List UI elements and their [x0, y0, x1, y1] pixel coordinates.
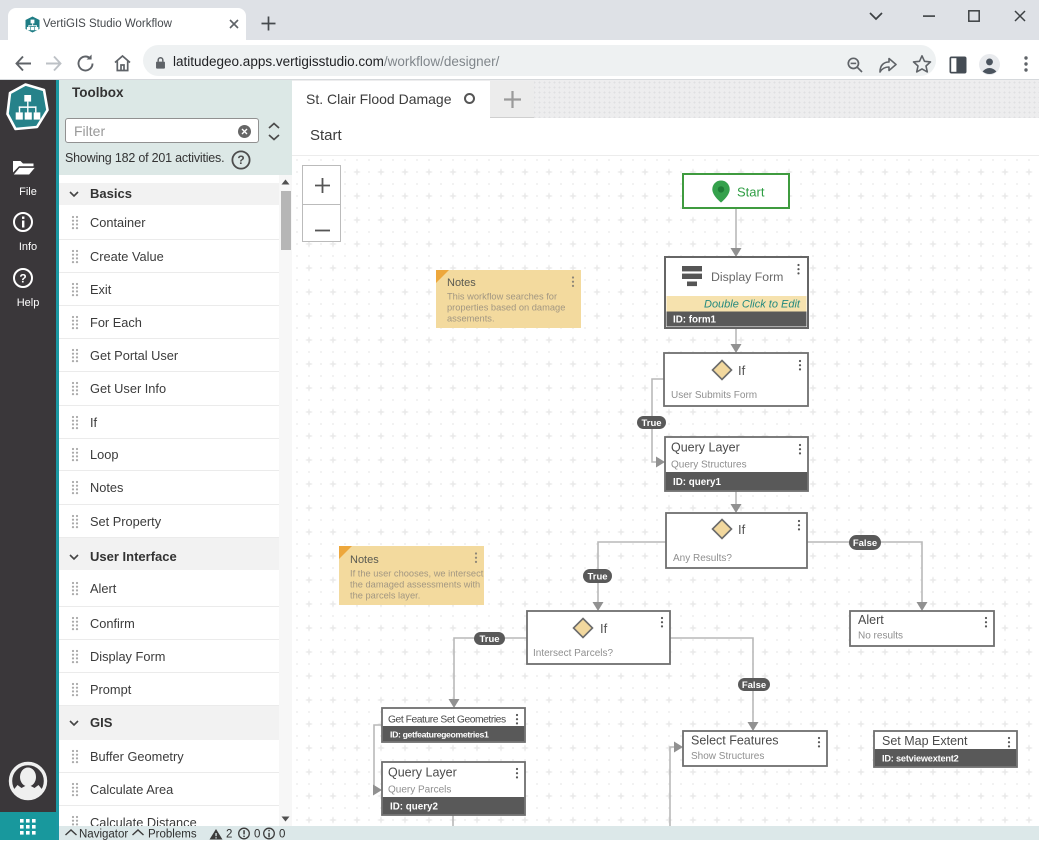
- svg-text:the damaged assessments with: the damaged assessments with: [350, 580, 480, 590]
- svg-text:Query Structures: Query Structures: [671, 460, 747, 471]
- svg-text:Set Map Extent: Set Map Extent: [882, 734, 968, 748]
- svg-text:Intersect Parcels?: Intersect Parcels?: [533, 648, 613, 659]
- svg-text:Problems: Problems: [148, 829, 197, 841]
- svg-text:assements.: assements.: [447, 314, 495, 324]
- svg-text:This workflow searches for: This workflow searches for: [447, 292, 557, 302]
- svg-text:Help: Help: [17, 297, 40, 309]
- svg-text:False: False: [742, 680, 766, 691]
- svg-text:File: File: [19, 186, 37, 198]
- svg-text:Alert: Alert: [858, 613, 884, 627]
- svg-text:properties based on damage: properties based on damage: [447, 303, 565, 313]
- svg-text:True: True: [479, 634, 499, 645]
- svg-text:Notes: Notes: [447, 277, 476, 289]
- svg-text:Notes: Notes: [350, 554, 379, 566]
- svg-text:Navigator: Navigator: [79, 829, 128, 841]
- svg-text:Info: Info: [19, 241, 37, 253]
- svg-text:0: 0: [279, 829, 285, 841]
- svg-text:Double Click to Edit: Double Click to Edit: [704, 299, 801, 311]
- svg-text:?: ?: [19, 272, 26, 286]
- svg-text:Query Layer: Query Layer: [388, 766, 457, 780]
- svg-text:False: False: [853, 538, 877, 549]
- svg-text:User Submits Form: User Submits Form: [671, 390, 757, 401]
- svg-text:2: 2: [226, 829, 232, 841]
- svg-text:No results: No results: [858, 631, 903, 642]
- svg-text:Display Form: Display Form: [711, 270, 783, 284]
- svg-text:Query Parcels: Query Parcels: [388, 785, 451, 796]
- svg-text:ID: getfeaturegeometries1: ID: getfeaturegeometries1: [390, 730, 489, 740]
- svg-text:ID: query1: ID: query1: [673, 477, 721, 488]
- svg-text:True: True: [587, 572, 607, 583]
- svg-text:If: If: [738, 522, 746, 537]
- svg-text:ID: query2: ID: query2: [390, 802, 438, 813]
- svg-text:ID: form1: ID: form1: [673, 315, 717, 326]
- svg-text:0: 0: [254, 829, 260, 841]
- svg-text:Get Feature Set Geometries: Get Feature Set Geometries: [388, 715, 506, 726]
- svg-text:If: If: [600, 621, 608, 636]
- svg-text:the parcels layer.: the parcels layer.: [350, 591, 420, 601]
- svg-text:If the user chooses, we inters: If the user chooses, we intersect: [350, 569, 484, 579]
- svg-text:Show Structures: Show Structures: [691, 751, 764, 762]
- svg-text:?: ?: [237, 153, 244, 167]
- svg-text:Select Features: Select Features: [691, 734, 779, 748]
- svg-text:True: True: [641, 418, 661, 429]
- svg-text:If: If: [738, 363, 746, 378]
- svg-text:Start: Start: [737, 185, 765, 200]
- svg-text:Query Layer: Query Layer: [671, 441, 740, 455]
- svg-text:ID: setviewextent2: ID: setviewextent2: [882, 754, 959, 764]
- svg-text:Any Results?: Any Results?: [673, 553, 732, 564]
